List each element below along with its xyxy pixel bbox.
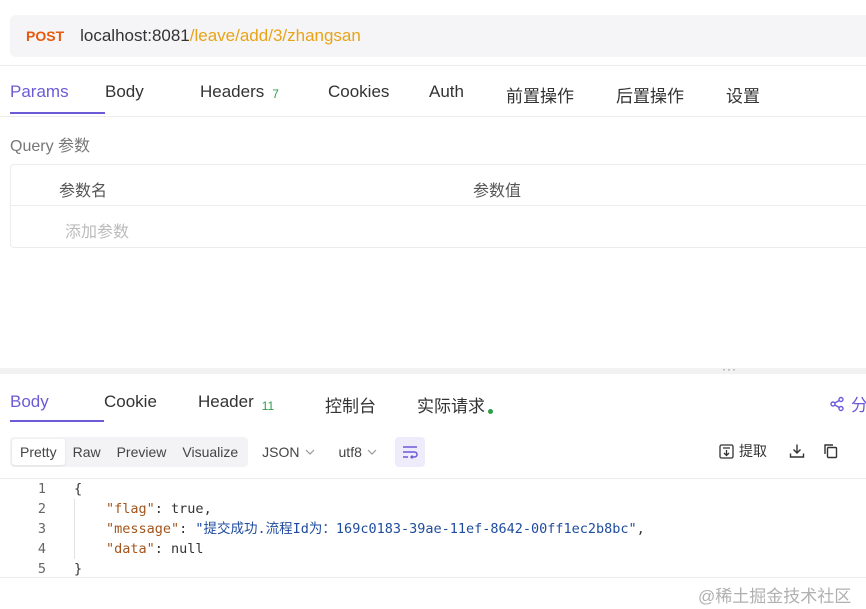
divider [0, 65, 866, 66]
line-number: 1 [37, 481, 46, 497]
download-button[interactable] [789, 443, 805, 459]
view-mode-switch: Pretty Raw Preview Visualize [10, 437, 249, 467]
extract-button[interactable]: 提取 [719, 441, 767, 461]
json-key: "data" [106, 541, 155, 557]
response-tabs: Body Cookie Header 11 控制台 实际请求 [10, 382, 517, 422]
chevron-down-icon [305, 449, 314, 455]
view-preview[interactable]: Preview [109, 439, 175, 465]
share-button[interactable]: 分 [829, 391, 866, 416]
code-line: 3 "message": "提交成功.流程Id为：169c0183-39ae-1… [0, 519, 866, 539]
json-key: "message" [106, 521, 180, 537]
tab-post-operations[interactable]: 后置操作 [616, 74, 726, 114]
tab-body[interactable]: Body [105, 74, 200, 114]
code-line: 4 "data": null [0, 539, 866, 559]
json-value: "提交成功.流程Id为：169c0183-39ae-11ef-8642-00ff… [195, 521, 637, 537]
code-line: 1 { [0, 479, 866, 499]
response-tab-actual-request[interactable]: 实际请求 [417, 382, 517, 422]
view-visualize[interactable]: Visualize [174, 439, 246, 465]
word-wrap-button[interactable] [394, 437, 425, 467]
col-param-name: 参数名 [59, 183, 108, 200]
view-raw[interactable]: Raw [65, 439, 109, 465]
code-line: 2 "flag": true, [0, 499, 866, 519]
tab-params[interactable]: Params [10, 74, 105, 114]
response-body-viewer[interactable]: 1 { 2 "flag": true, 3 "message": "提交成功.流… [0, 478, 866, 578]
line-number: 5 [37, 561, 46, 577]
headers-count-badge: 7 [272, 87, 279, 101]
copy-icon [824, 444, 838, 459]
url-bar[interactable]: POST localhost:8081/leave/add/3/zhangsan [10, 15, 866, 57]
params-table-header: 参数名 参数值 [11, 165, 866, 206]
format-dropdown[interactable]: JSON [262, 444, 314, 460]
json-value: null [171, 541, 204, 557]
response-actions: 提取 [719, 441, 839, 461]
line-number: 2 [37, 501, 46, 517]
response-tab-header[interactable]: Header 11 [198, 382, 325, 422]
url-host: localhost:8081 [80, 26, 190, 45]
status-dot-icon [488, 409, 493, 414]
request-url[interactable]: localhost:8081/leave/add/3/zhangsan [80, 26, 361, 46]
extract-icon [719, 443, 734, 459]
url-path: /leave/add/3/zhangsan [189, 26, 361, 45]
share-label: 分 [851, 396, 866, 415]
response-tab-body[interactable]: Body [10, 382, 104, 422]
json-value: true [171, 501, 204, 517]
line-number: 4 [37, 541, 46, 557]
add-param-input[interactable]: 添加参数 [65, 218, 129, 242]
encoding-dropdown[interactable]: utf8 [339, 444, 377, 460]
tab-pre-operations[interactable]: 前置操作 [506, 74, 616, 114]
extract-label: 提取 [739, 443, 767, 459]
params-table: 参数名 参数值 添加参数 [10, 164, 866, 248]
request-tabs: Params Body Headers 7 Cookies Auth 前置操作 后… [10, 74, 786, 114]
divider [0, 116, 866, 117]
tab-headers[interactable]: Headers 7 [200, 74, 328, 114]
response-toolbar: Pretty Raw Preview Visualize JSON utf8 [10, 436, 425, 468]
copy-button[interactable] [823, 443, 839, 459]
response-tab-cookie[interactable]: Cookie [104, 382, 198, 422]
code-line: 5 } [0, 559, 866, 579]
wrap-lines-icon [402, 446, 418, 459]
chevron-down-icon [367, 449, 377, 455]
query-params-title: Query 参数 [10, 138, 91, 155]
tab-settings[interactable]: 设置 [726, 74, 786, 114]
drag-handle-icon[interactable]: ··· [722, 363, 737, 375]
http-method[interactable]: POST [26, 28, 64, 44]
json-key: "flag" [106, 501, 155, 517]
watermark: @稀土掘金技术社区 [698, 587, 852, 606]
line-number: 3 [37, 521, 46, 537]
share-icon [830, 396, 844, 411]
download-icon [789, 444, 805, 458]
tab-cookies[interactable]: Cookies [328, 74, 429, 114]
tab-auth[interactable]: Auth [429, 74, 506, 114]
response-tab-console[interactable]: 控制台 [325, 382, 417, 422]
header-count-badge: 11 [261, 399, 275, 413]
view-pretty[interactable]: Pretty [12, 439, 65, 465]
col-param-value: 参数值 [473, 183, 522, 200]
